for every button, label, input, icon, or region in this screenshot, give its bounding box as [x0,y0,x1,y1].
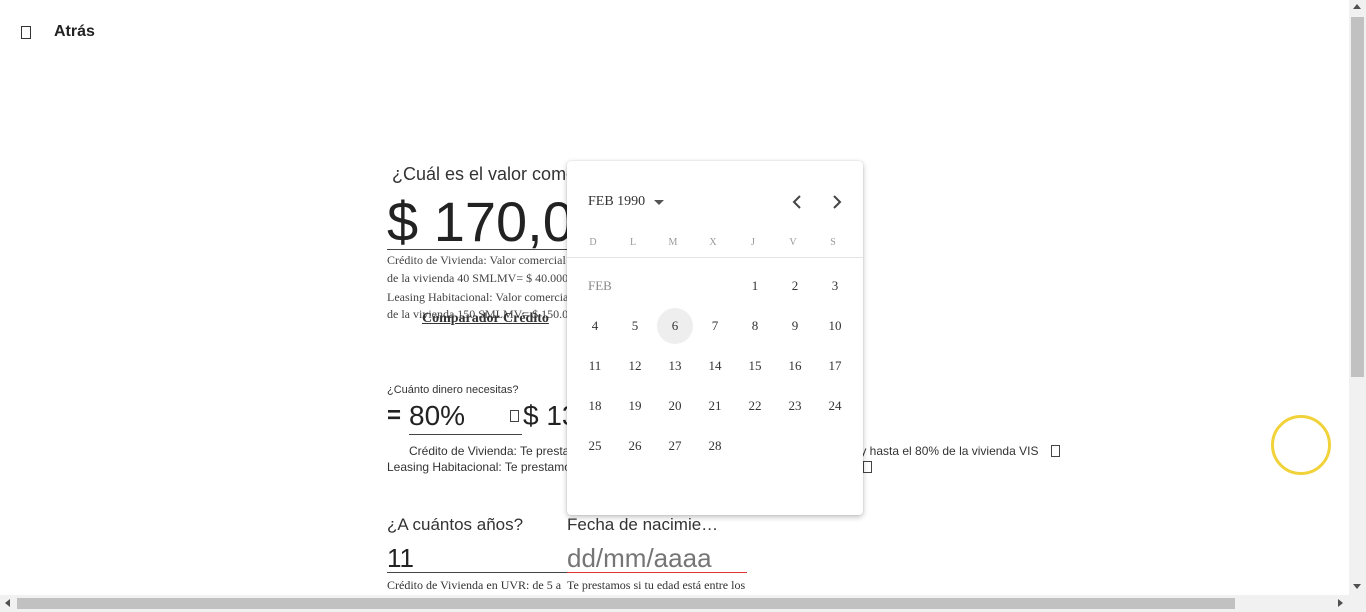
fecha-underline [567,572,747,573]
valor-question: ¿Cuál es el valor come [392,164,577,184]
scroll-left-arrow-icon[interactable] [5,599,10,607]
day-cell[interactable]: 10 [817,308,853,344]
valor-note: Leasing Habitacional: Valor comercia [387,290,569,304]
anios-underline [387,572,567,573]
anios-input[interactable]: 11 [387,543,414,574]
scroll-right-arrow-icon[interactable] [1338,599,1343,607]
floating-ring-button[interactable] [1271,415,1331,475]
equals-sign: = [387,402,402,429]
scroll-down-arrow-icon[interactable] [1353,584,1361,589]
day-cell[interactable]: 18 [577,388,613,424]
day-cell[interactable]: 1 [737,268,773,304]
percent-underline [409,434,522,435]
day-cell[interactable]: 27 [657,428,693,464]
day-cell[interactable]: 5 [617,308,653,344]
credito-vivienda-text-tail: S y hasta el 80% de la vivienda VIS [849,444,1039,458]
chevron-left-icon[interactable] [789,191,805,213]
weekday-label: M [668,237,678,248]
day-cell[interactable]: 11 [577,348,613,384]
valor-note: de la vivienda 40 SMLMV= $ 40.000 [387,271,569,285]
anios-note: Crédito de Vivienda en UVR: de 5 a [387,578,562,592]
day-cell[interactable]: 7 [697,308,733,344]
weekday-label: S [830,237,836,248]
day-cell[interactable]: 23 [777,388,813,424]
day-cell[interactable]: 9 [777,308,813,344]
weekday-label: J [751,237,755,248]
back-link[interactable]: Atrás [54,23,95,41]
day-cell[interactable]: 22 [737,388,773,424]
info-icon[interactable] [1051,445,1060,457]
info-icon[interactable] [863,461,872,473]
picker-divider [567,257,863,258]
fecha-nacimiento-label: Fecha de nacimie… [567,515,719,534]
valor-note: Crédito de Vivienda: Valor comercial [387,253,566,267]
anios-question: ¿A cuántos años? [387,515,524,534]
day-cell[interactable]: 15 [737,348,773,384]
day-cell[interactable]: 20 [657,388,693,424]
weekday-label: L [629,237,637,248]
day-cell[interactable]: 2 [777,268,813,304]
day-cell[interactable]: 19 [617,388,653,424]
percent-input[interactable]: 80% [409,400,465,432]
credito-vivienda-text: Crédito de Vivienda: Te prestan [409,444,576,458]
day-cell[interactable]: 6 [657,308,693,344]
vertical-scroll-thumb[interactable] [1351,17,1364,377]
fecha-nacimiento-input[interactable] [567,543,747,574]
day-cell[interactable]: 14 [697,348,733,384]
day-cell[interactable]: 16 [777,348,813,384]
day-cell[interactable]: 28 [697,428,733,464]
day-cell[interactable]: 12 [617,348,653,384]
fecha-note: Te prestamos si tu edad está entre los [567,578,746,592]
day-cell[interactable]: 26 [617,428,653,464]
valor-amount-input[interactable]: $ 170,0 [387,190,574,254]
dropdown-caret-icon[interactable] [654,200,664,205]
back-icon[interactable] [21,26,31,39]
scroll-up-arrow-icon[interactable] [1353,4,1361,9]
day-cell[interactable]: 8 [737,308,773,344]
day-cell[interactable]: 13 [657,348,693,384]
dinero-question: ¿Cuánto dinero necesitas? [387,384,519,396]
leasing-habitacional-text: Leasing Habitacional: Te prestamos [387,460,577,474]
valor-underline [387,249,567,250]
info-icon[interactable] [510,410,519,422]
date-picker: FEB 1990 DLMXJVS FEB 1 2 3 4 5 6 7 8 9 10 11 12 13 14… [567,161,863,515]
month-label: FEB [588,278,612,293]
comparador-credito-link[interactable]: Comparador Crédito [422,311,549,327]
day-cell[interactable]: 25 [577,428,613,464]
day-cell[interactable]: 4 [577,308,613,344]
weekday-label: V [789,237,797,248]
weekday-label: X [709,237,717,248]
month-year-selector[interactable]: FEB 1990 [588,194,645,210]
chevron-right-icon[interactable] [829,191,845,213]
weekday-label: D [589,237,597,248]
day-cell[interactable]: 21 [697,388,733,424]
day-cell[interactable]: 24 [817,388,853,424]
day-cell[interactable]: 17 [817,348,853,384]
horizontal-scroll-thumb[interactable] [17,598,1235,609]
day-cell[interactable]: 3 [817,268,853,304]
